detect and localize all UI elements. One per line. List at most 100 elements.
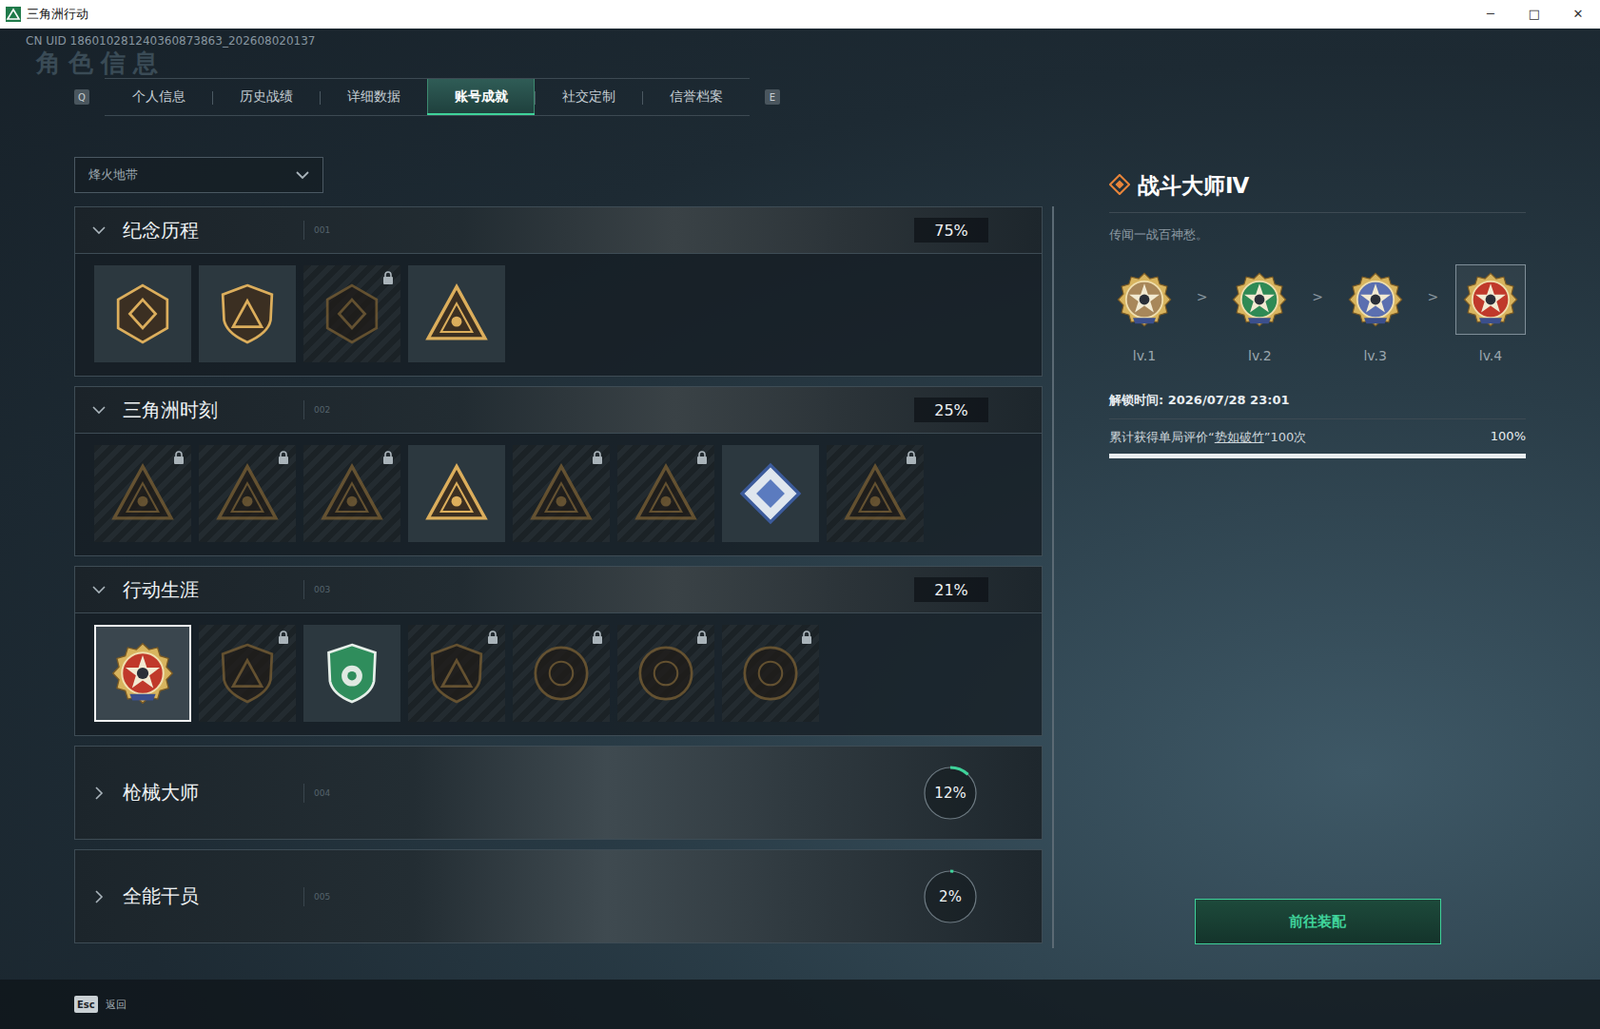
badge-emblem-icon [842,461,908,527]
badge-tile[interactable] [303,624,401,722]
badge-tile[interactable] [512,445,610,543]
badge-emblem-icon [424,461,489,527]
badge-emblem-icon [319,641,385,706]
section-title: 行动生涯 [122,577,304,604]
unlock-time: 解锁时间: 2026/07/28 23:01 [1109,391,1526,420]
lock-icon [277,450,290,465]
minimize-button[interactable]: ─ [1468,0,1513,29]
level-tile [1455,264,1526,335]
level-item[interactable]: lv.4 [1455,264,1526,364]
chevron-down-icon [75,222,123,238]
badge-emblem-icon [319,641,385,706]
tab-row: Q个人信息历史战绩详细数据账号成就社交定制信誉档案E [0,78,1600,117]
section-header[interactable]: 全能干员 005 2% [75,850,1042,943]
section-code: 001 [313,225,331,235]
header-divider [303,400,305,420]
badge-tile[interactable] [408,624,506,722]
requirement-percent: 100% [1490,429,1526,447]
section-header[interactable]: 三角洲时刻00225% [75,387,1042,433]
lock-icon [696,629,708,644]
requirement-progress-fill [1109,453,1526,459]
tab[interactable]: 详细数据 [319,78,428,116]
badge-emblem-icon [424,641,489,706]
main-area: 烽火地带纪念历程00175%三角洲时刻00225%行动生涯00321%枪械大师0… [0,156,1600,980]
mode-dropdown[interactable]: 烽火地带 [74,156,324,194]
level-item[interactable]: lv.3 [1340,264,1411,364]
page-watermark: 角色信息 [0,47,1600,79]
equip-button[interactable]: 前往装配 [1194,898,1442,945]
ring-percent: 2% [938,888,962,906]
badge-tile[interactable] [408,265,506,363]
section-title: 全能干员 [122,883,304,910]
section-code: 005 [313,892,331,902]
section-code: 004 [313,788,331,799]
maximize-button[interactable]: □ [1512,0,1557,29]
badge-emblem-icon [633,461,699,527]
title-bar: 三角洲行动─□✕ [0,0,1600,29]
ring-fill [924,767,976,820]
badge-tile[interactable] [94,265,192,363]
level-item[interactable]: lv.2 [1224,264,1295,364]
section-header[interactable]: 纪念历程00175% [75,207,1042,254]
scrollbar[interactable] [1052,206,1054,949]
section-percent: 75% [914,217,989,243]
badge-emblem-icon [110,281,176,347]
badge-emblem-icon [738,641,803,706]
tab-bar: 个人信息历史战绩详细数据账号成就社交定制信誉档案 [104,78,750,117]
lock-icon [591,630,604,644]
badge-tile[interactable] [617,445,715,543]
badge-emblem-icon [633,461,699,527]
dropdown-value: 烽火地带 [88,166,138,184]
tab[interactable]: 账号成就 [427,78,535,116]
badge-tile[interactable] [303,445,401,543]
tab[interactable]: 信誉档案 [642,78,750,116]
badge-emblem-icon [110,281,176,347]
badge-tile[interactable] [408,445,506,543]
level-tile [1340,264,1411,335]
close-button[interactable]: ✕ [1556,0,1600,29]
badge-emblem-icon [424,281,489,347]
level-item[interactable]: lv.1 [1109,264,1180,364]
badge-tile[interactable] [617,624,715,722]
badge-tile[interactable] [198,445,296,543]
lock-icon [382,270,394,284]
lock-icon [696,630,708,644]
level-label: lv.2 [1248,348,1271,364]
lock-icon [487,629,499,644]
section-header[interactable]: 枪械大师00412% [75,746,1042,840]
badge-tile[interactable] [94,624,192,722]
badge-emblem-icon [110,641,176,706]
tab[interactable]: 社交定制 [534,78,643,116]
back-label[interactable]: 返回 [105,997,127,1013]
badge-emblem-icon [214,281,280,347]
badge-tile[interactable] [198,624,296,722]
requirement-prefix: 累计获得单局评价“ [1109,429,1215,447]
chevron-down-icon [75,402,123,418]
badge-tile[interactable] [303,265,401,363]
badge-tile[interactable] [721,445,820,543]
level-medal-icon [1115,271,1173,329]
tab[interactable]: 历史战绩 [212,78,320,116]
requirement-highlight[interactable]: 势如破竹 [1214,429,1265,447]
lock-icon [277,630,290,644]
badge-tile[interactable] [721,624,820,722]
badge-tile[interactable] [512,624,610,722]
ring-fill [924,871,976,923]
level-medal-icon [1230,271,1288,329]
badge-emblem-icon [319,461,385,527]
achievement-section: 三角洲时刻00225% [74,386,1043,557]
lock-icon [591,450,604,465]
badge-tile[interactable] [198,265,296,363]
badge-tile[interactable] [94,445,192,543]
section-scroll-area: 纪念历程00175%三角洲时刻00225%行动生涯00321%枪械大师00412… [74,206,1054,949]
badge-selection-frame [408,445,506,543]
esc-key[interactable]: Esc [74,995,98,1014]
badge-tile[interactable] [826,445,924,543]
achievement-list-column: 烽火地带纪念历程00175%三角洲时刻00225%行动生涯00321%枪械大师0… [0,156,1054,980]
progress-ring: 12% [921,764,979,822]
badge-emblem-icon [214,641,280,706]
section-header[interactable]: 行动生涯00321% [75,566,1042,613]
badge-emblem-icon [842,461,908,527]
app: CN UID 186010281240360873863_20260802013… [0,28,1600,980]
tab[interactable]: 个人信息 [104,78,213,116]
